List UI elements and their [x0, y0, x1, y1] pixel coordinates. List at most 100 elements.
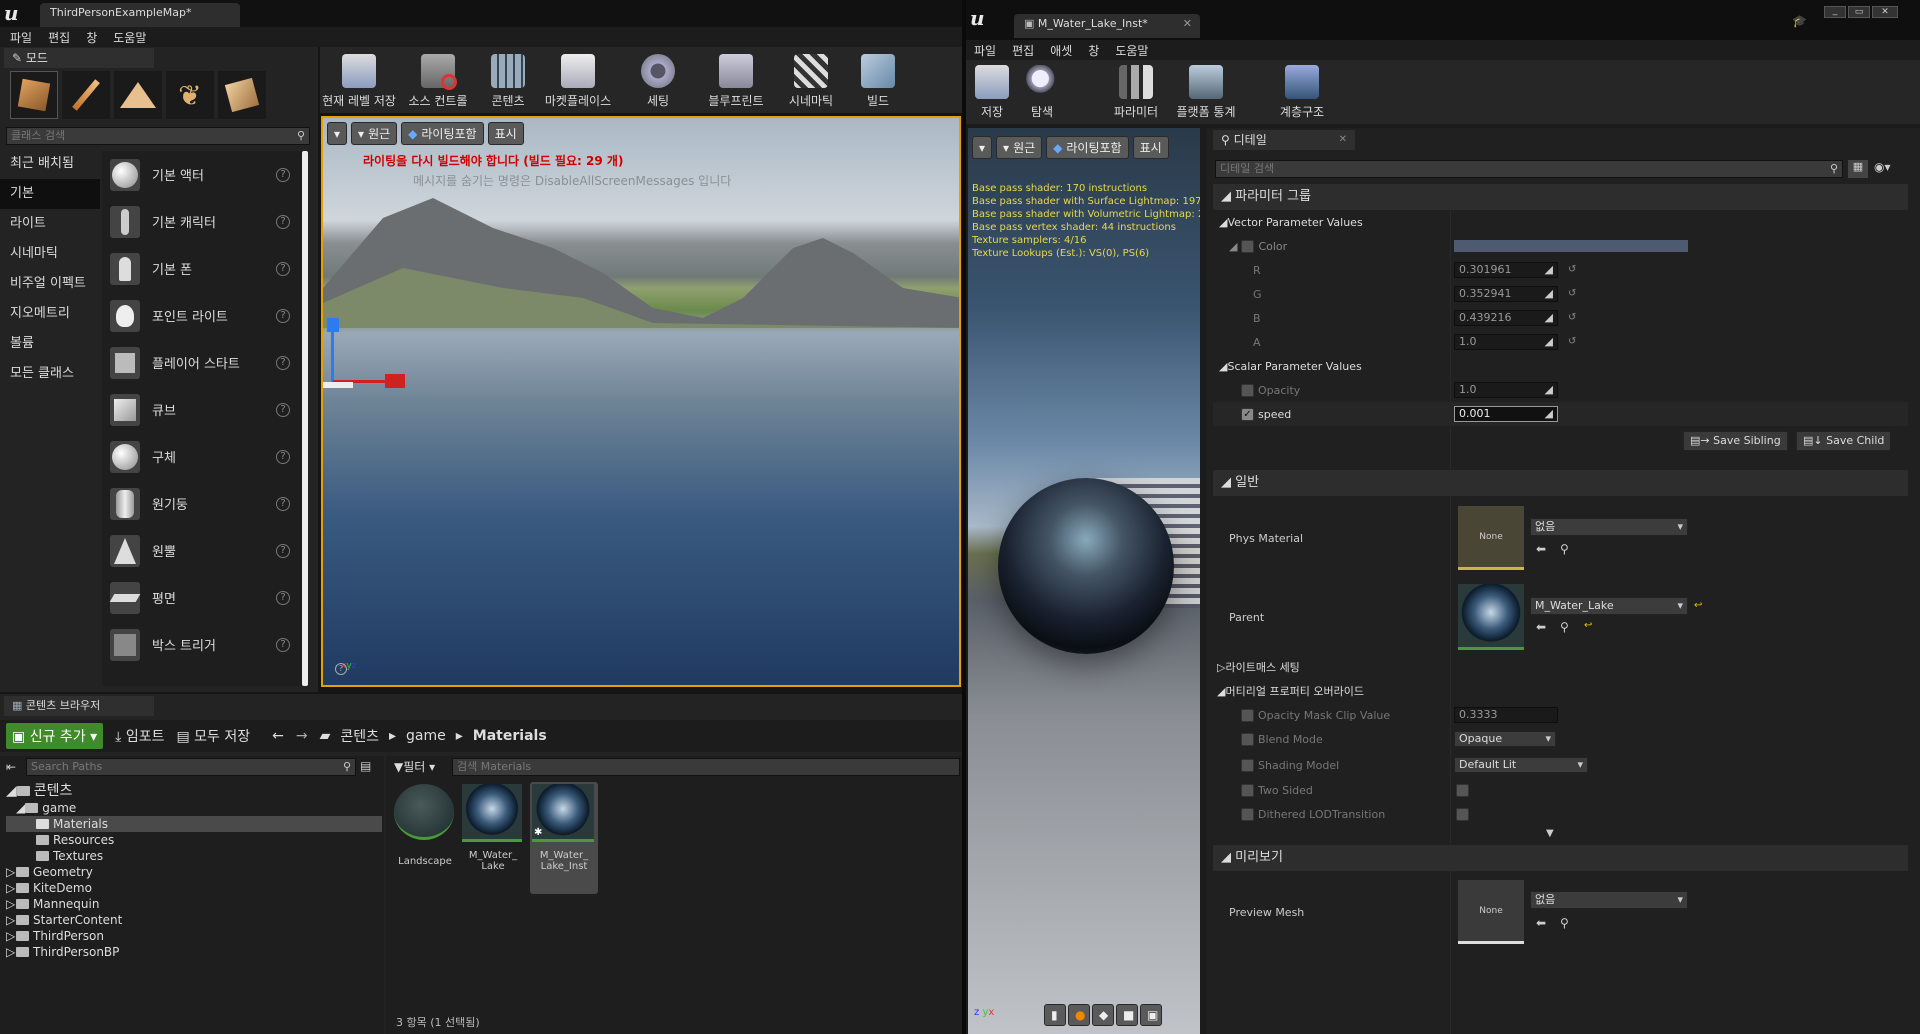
help-icon[interactable]: ?	[276, 214, 290, 229]
preview-header[interactable]: ◢ 미리보기	[1213, 845, 1908, 871]
viewport-options-button[interactable]: ▾	[972, 136, 993, 159]
reset-icon[interactable]: ↺	[1568, 288, 1576, 299]
place-mode-icon[interactable]	[10, 71, 58, 119]
menu-help[interactable]: 도움말	[1115, 42, 1148, 59]
expand-advanced-icon[interactable]: ▼	[1546, 828, 1554, 839]
r-field[interactable]: 0.301961 ◢	[1454, 262, 1558, 278]
two-sided-checkbox[interactable]	[1241, 783, 1254, 797]
help-icon[interactable]: ?	[276, 355, 290, 370]
reset-icon[interactable]: ↺	[1568, 336, 1576, 347]
preview-mesh-thumbnail[interactable]: None	[1458, 880, 1524, 944]
reset-icon[interactable]: ↺	[1568, 312, 1576, 323]
two-sided-row[interactable]: Two Sided	[1213, 778, 1908, 802]
collapse-sources-icon[interactable]: ⇤	[6, 760, 16, 774]
help-icon[interactable]: ?	[276, 167, 290, 182]
toolbar-save-level[interactable]: 현재 레벨 저장	[320, 54, 398, 109]
place-item-cylinder[interactable]: 원기둥?	[102, 480, 302, 527]
class-search-input[interactable]: 클래스 검색 ⚲	[6, 127, 310, 145]
show-button[interactable]: 표시	[487, 122, 524, 145]
perspective-button[interactable]: ▾ 원근	[351, 122, 398, 145]
eye-icon[interactable]: ◉▾	[1874, 160, 1891, 174]
scalar-params-row[interactable]: ◢ Scalar Parameter Values	[1213, 354, 1908, 378]
help-icon[interactable]: ?	[276, 590, 290, 605]
param-group-header[interactable]: ◢ 파라미터 그룹	[1213, 184, 1908, 210]
property-matrix-icon[interactable]: ▦	[1848, 160, 1868, 178]
place-item-cube[interactable]: 큐브?	[102, 386, 302, 433]
toolbar-marketplace[interactable]: 마켓플레이스	[538, 54, 618, 109]
asset-tile[interactable]: M_Water_ Lake	[462, 784, 524, 892]
category-recent[interactable]: 최근 배치됨	[0, 149, 100, 179]
question-icon[interactable]: ?	[335, 663, 347, 675]
opacity-mask-field[interactable]: 0.3333	[1454, 707, 1558, 723]
phys-material-combo[interactable]: 없음	[1530, 518, 1688, 536]
menu-file[interactable]: 파일	[974, 42, 996, 59]
blend-mode-row[interactable]: Blend Mode	[1213, 727, 1908, 751]
minimize-button[interactable]: _	[1824, 6, 1846, 18]
g-field[interactable]: 0.352941 ◢	[1454, 286, 1558, 302]
opacity-param-row[interactable]: Opacity	[1213, 378, 1908, 402]
help-icon[interactable]: ?	[276, 449, 290, 464]
save-child-button[interactable]: ▤↓ Save Child	[1796, 431, 1892, 451]
blend-mode-checkbox[interactable]	[1241, 732, 1254, 746]
mesh-preview-icon[interactable]: ▣	[1140, 1004, 1162, 1026]
help-icon[interactable]: ?	[276, 402, 290, 417]
category-cinematic[interactable]: 시네마틱	[0, 239, 100, 269]
reset-icon[interactable]: ↺	[1568, 264, 1576, 275]
category-basic[interactable]: 기본	[0, 179, 100, 209]
b-field[interactable]: 0.439216 ◢	[1454, 310, 1558, 326]
level-tab[interactable]: ThirdPersonExampleMap*	[40, 3, 240, 27]
perspective-button[interactable]: ▾ 원근	[996, 136, 1043, 159]
menu-help[interactable]: 도움말	[113, 29, 146, 46]
tree-item[interactable]: ◢ 콘텐츠	[6, 782, 382, 800]
lit-mode-button[interactable]: ◆ 라이팅포함	[1046, 136, 1129, 159]
browse-magnifier-icon[interactable]: ⚲	[1560, 916, 1569, 930]
tree-item[interactable]: ▷ KiteDemo	[6, 880, 382, 896]
dithered-value-checkbox[interactable]	[1456, 808, 1469, 821]
help-icon[interactable]: ?	[276, 496, 290, 511]
browse-magnifier-icon[interactable]: ⚲	[1560, 542, 1569, 556]
use-selected-arrow-icon[interactable]: ⬅	[1536, 620, 1546, 634]
tree-item[interactable]: ▷ Mannequin	[6, 896, 382, 912]
sphere-preview-icon[interactable]: ●	[1068, 1004, 1090, 1026]
color-checkbox[interactable]	[1241, 239, 1255, 253]
blend-mode-combo[interactable]: Opaque	[1454, 731, 1556, 747]
parent-thumbnail[interactable]	[1458, 584, 1524, 650]
opacity-checkbox[interactable]	[1241, 383, 1254, 397]
phys-material-thumbnail[interactable]: None	[1458, 506, 1524, 570]
asset-tile[interactable]: Landscape	[394, 784, 456, 892]
help-icon[interactable]: ?	[276, 543, 290, 558]
tree-item[interactable]: ▷ ThirdPersonBP	[6, 944, 382, 960]
toolbar-hierarchy[interactable]: 계층구조	[1272, 65, 1332, 120]
content-browser-tab[interactable]: ▦ 콘텐츠 브라우저	[4, 696, 154, 716]
tree-item[interactable]: ▷ ThirdPerson	[6, 928, 382, 944]
two-sided-value-checkbox[interactable]	[1456, 784, 1469, 797]
level-viewport[interactable]: ▾ ▾ 원근 ◆ 라이팅포함 표시 라이팅을 다시 빌드해야 합니다 (빌드 필요:…	[321, 116, 961, 687]
transform-gizmo[interactable]	[323, 318, 413, 398]
place-item-point-light[interactable]: 포인트 라이트?	[102, 292, 302, 339]
place-item-plane[interactable]: 평면?	[102, 574, 302, 621]
filter-button[interactable]: ▼필터 ▾	[394, 758, 435, 775]
asset-tile-selected[interactable]: ✱ M_Water_ Lake_Inst	[530, 782, 598, 894]
import-button[interactable]: ⤓ 임포트	[115, 726, 164, 746]
place-item-cone[interactable]: 원뿔?	[102, 527, 302, 574]
place-scrollbar[interactable]	[302, 151, 308, 686]
tree-item-selected[interactable]: Materials	[6, 816, 382, 832]
asset-search-input[interactable]: 검색 Materials	[452, 758, 960, 776]
paint-mode-icon[interactable]	[62, 71, 110, 119]
menu-window[interactable]: 창	[1088, 42, 1099, 59]
use-selected-arrow-icon[interactable]: ⬅	[1536, 542, 1546, 556]
shading-model-checkbox[interactable]	[1241, 758, 1254, 772]
toolbar-cinematics[interactable]: 시네마틱	[774, 54, 848, 109]
breadcrumb-content[interactable]: 콘텐츠	[340, 726, 379, 746]
toolbar-content[interactable]: 콘텐츠	[478, 54, 538, 109]
category-volumes[interactable]: 볼륨	[0, 329, 100, 359]
speed-checkbox[interactable]: ✓	[1241, 407, 1254, 421]
vector-params-row[interactable]: ◢ Vector Parameter Values	[1213, 210, 1908, 234]
help-icon[interactable]: ?	[276, 261, 290, 276]
close-icon[interactable]: ✕	[1183, 17, 1192, 30]
toolbar-parameters[interactable]: 파라미터	[1106, 65, 1166, 120]
opacity-mask-row[interactable]: Opacity Mask Clip Value	[1213, 703, 1908, 727]
place-item-box-trigger[interactable]: 박스 트리거?	[102, 621, 302, 668]
toolbar-platform-stats[interactable]: 플랫폼 통계	[1172, 65, 1240, 120]
foliage-mode-icon[interactable]: ❦	[166, 71, 214, 119]
